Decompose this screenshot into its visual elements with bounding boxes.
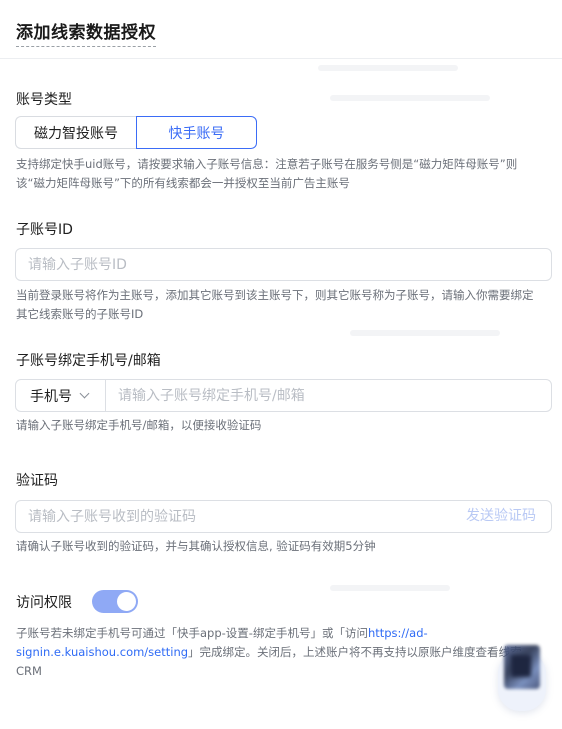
watermark [330,95,490,101]
page-title: 添加线索数据授权 [16,18,156,47]
account-type-option-cili[interactable]: 磁力智投账号 [15,116,136,149]
access-label: 访问权限 [16,594,72,611]
verify-code-field: 发送验证码 [15,500,552,533]
watermark [318,65,458,71]
watermark [350,330,500,336]
access-help-prefix: 子账号若未绑定手机号可通过「快手app-设置-绑定手机号」或「访问 [16,626,368,640]
chevron-down-icon [79,388,90,399]
sub-account-id-label: 子账号ID [16,222,73,238]
account-type-option-kuaishou[interactable]: 快手账号 [136,116,257,149]
verify-code-help: 请确认子账号收到的验证码，并与其确认授权信息, 验证码有效期5分钟 [16,539,376,553]
sub-account-id-input[interactable] [16,249,551,280]
bind-contact-label: 子账号绑定手机号/邮箱 [16,353,161,369]
account-type-segmented: 磁力智投账号 快手账号 [15,116,257,149]
access-help: 子账号若未绑定手机号可通过「快手app-设置-绑定手机号」或「访问https:/… [16,624,536,681]
contact-type-select[interactable]: 手机号 [16,380,106,411]
toggle-knob [117,592,136,611]
header-divider [0,58,562,59]
sub-account-id-help: 当前登录账号将作为主账号，添加其它账号到该主账号下，则其它账号称为子账号，请输入… [16,288,534,321]
bind-contact-input[interactable] [106,380,551,411]
access-row: 访问权限 [16,590,138,613]
access-toggle[interactable] [92,590,138,613]
send-code-button[interactable]: 发送验证码 [466,501,536,532]
contact-type-value: 手机号 [30,388,72,405]
account-type-label: 账号类型 [16,92,72,108]
sub-account-id-field [15,248,552,281]
watermark [330,585,450,591]
account-type-help: 支持绑定快手uid账号，请按要求输入子账号信息：注意若子账号在服务号侧是“磁力矩… [16,157,518,190]
avatar-icon-detail [511,655,531,677]
page-title-wrap: 添加线索数据授权 [16,18,156,47]
verify-code-label: 验证码 [16,473,58,489]
bind-contact-field: 手机号 [15,379,552,412]
floating-assistant-button[interactable] [498,645,548,715]
bind-contact-help: 请输入子账号绑定手机号/邮箱，以便接收验证码 [16,418,262,432]
